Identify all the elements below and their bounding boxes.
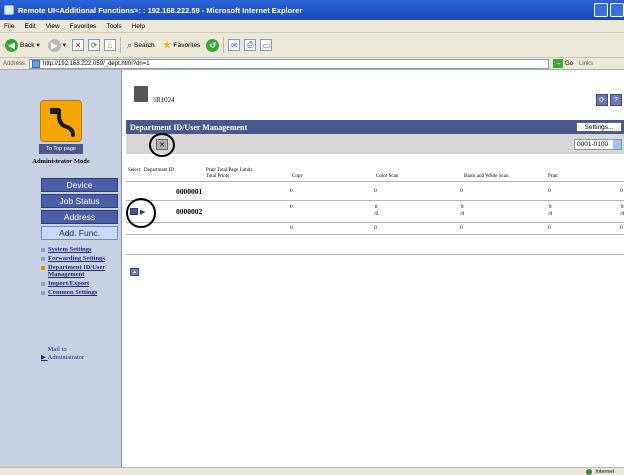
nav-device-button[interactable]: Device: [41, 178, 118, 192]
forward-button[interactable]: ▶ ▾: [46, 38, 68, 53]
action-toolbar: ✕ 0001-0100: [126, 134, 624, 154]
link-common-settings[interactable]: Common Settings: [41, 289, 121, 296]
zone-label: Internet: [595, 468, 614, 475]
bullet-icon: [41, 248, 45, 252]
home-icon[interactable]: ⌂: [103, 39, 116, 51]
page-top-icon[interactable]: ▲: [130, 268, 139, 276]
menu-file[interactable]: File: [4, 23, 14, 30]
table-row: ▶ 0000002 0 0/0 0/0 0/0 0/0: [126, 201, 624, 223]
menu-view[interactable]: View: [46, 23, 60, 30]
menu-favorites[interactable]: Favorites: [70, 23, 97, 30]
settings-button[interactable]: Settings...: [576, 122, 622, 132]
divider: [126, 234, 624, 235]
remote-ui-logo[interactable]: [40, 100, 82, 142]
menu-tools[interactable]: Tools: [106, 23, 121, 30]
table-total-row: 0 0 0 0 0: [290, 225, 623, 231]
top-page-button[interactable]: To Top page: [39, 144, 83, 154]
nav-add-func-button[interactable]: Add. Func.: [41, 226, 118, 240]
address-url: http://192.168.222.059/_dept.html?dn=1: [43, 60, 150, 67]
address-label: Address: [3, 60, 26, 67]
bullet-icon: [41, 266, 45, 270]
minimize-button[interactable]: [594, 3, 608, 17]
range-select[interactable]: 0001-0100: [574, 139, 622, 150]
link-department-id-user-management[interactable]: Department ID/User Management: [41, 264, 121, 278]
address-bar: Address http://192.168.222.059/_dept.htm…: [0, 58, 624, 70]
highlight-circle: [126, 198, 156, 228]
link-import-export[interactable]: Import/Export: [41, 280, 121, 287]
bullet-icon: [41, 282, 45, 286]
globe-icon: [586, 468, 593, 475]
go-button[interactable]: → Go: [553, 59, 573, 68]
maximize-button[interactable]: [610, 3, 624, 17]
star-icon: ★: [162, 39, 172, 51]
status-bar: Internet: [0, 467, 624, 475]
stop-icon[interactable]: ✕: [71, 39, 84, 51]
sidebar: To Top page Administrator Mode Device Jo…: [0, 70, 122, 467]
highlight-circle: [149, 133, 175, 157]
address-input[interactable]: http://192.168.222.059/_dept.html?dn=1: [29, 58, 550, 69]
printer-icon: [134, 86, 148, 102]
window-title: Remote UI<Additional Functions>: : 192.1…: [18, 5, 303, 15]
link-forwarding-settings[interactable]: Forwarding Settings: [41, 255, 121, 262]
favorites-button[interactable]: ★ Favorites: [161, 39, 203, 52]
chevron-down-icon: ▾: [62, 42, 66, 49]
department-id: 0000002: [176, 207, 203, 216]
back-button[interactable]: ◀ Back ▾: [3, 38, 42, 53]
refresh-icon[interactable]: ⟳: [87, 39, 100, 51]
back-arrow-icon: ◀: [5, 38, 18, 52]
search-button[interactable]: ⌕ Search: [125, 39, 157, 52]
bullet-icon: [41, 291, 45, 295]
main-content: iR1024 ⟳ ? Department ID/User Management…: [122, 70, 624, 467]
nav-job-status-button[interactable]: Job Status: [41, 194, 118, 208]
administrator-mode-label: Administrator Mode: [32, 158, 90, 165]
chevron-down-icon: ▾: [36, 42, 40, 49]
menu-edit[interactable]: Edit: [24, 23, 35, 30]
print-icon[interactable]: ⎙: [244, 39, 257, 51]
window-title-bar: Remote UI<Additional Functions>: : 192.1…: [0, 0, 624, 20]
browser-toolbar: ◀ Back ▾ ▶ ▾ ✕ ⟳ ⌂ ⌕ Search ★ Favorites …: [0, 33, 624, 58]
menu-help[interactable]: Help: [132, 23, 145, 30]
section-title-bar: Department ID/User Management Settings..…: [126, 120, 624, 134]
forward-arrow-icon: ▶: [47, 38, 61, 52]
toolbar-divider: [119, 37, 121, 53]
nav-address-button[interactable]: Address: [41, 210, 118, 224]
sub-menu: System Settings Forwarding Settings Depa…: [41, 246, 121, 298]
ie-icon: [4, 5, 14, 15]
arrow-icon: ▶: [41, 354, 48, 362]
logo-icon: [50, 108, 75, 137]
header-icons: ⟳ ?: [596, 94, 622, 106]
mail-to-administrator-link[interactable]: ▶ Mail to Administrator: [41, 346, 98, 362]
chevron-down-icon: [613, 140, 621, 149]
department-id: 0000001: [176, 187, 203, 196]
section-title: Department ID/User Management: [130, 122, 248, 132]
window-controls: [594, 3, 624, 17]
edit-icon[interactable]: ▭: [260, 39, 273, 51]
link-system-settings[interactable]: System Settings: [41, 246, 121, 253]
menu-bar: File Edit View Favorites Tools Help: [0, 20, 624, 33]
history-icon[interactable]: ↺: [206, 38, 220, 52]
go-arrow-icon: →: [553, 59, 564, 68]
refresh-icon[interactable]: ⟳: [596, 94, 608, 106]
bullet-icon: [41, 257, 45, 261]
divider: [126, 254, 624, 255]
mail-icon[interactable]: ✉: [228, 39, 241, 51]
search-icon: ⌕: [126, 39, 133, 50]
help-icon[interactable]: ?: [610, 94, 622, 106]
page-icon: [32, 59, 41, 68]
toolbar-divider: [223, 37, 225, 53]
links-label[interactable]: Links: [579, 61, 593, 67]
device-name: iR1024: [154, 96, 175, 104]
